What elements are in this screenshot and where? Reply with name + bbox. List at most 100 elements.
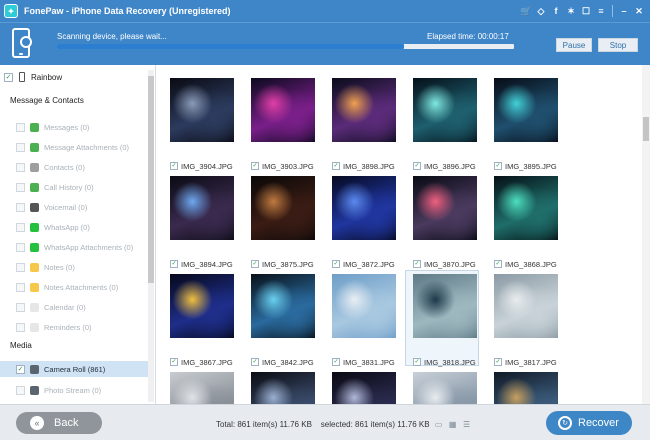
photo-thumbnail[interactable] [251, 78, 315, 142]
photo-checkbox[interactable]: ✓ [251, 260, 259, 268]
photo-thumbnail[interactable] [332, 78, 396, 142]
category-checkbox[interactable]: ✓ [16, 364, 25, 374]
photo-thumbnail[interactable] [494, 176, 558, 240]
category-checkbox[interactable] [16, 142, 25, 152]
media-row[interactable]: Photo Stream (0) [16, 384, 146, 396]
sidebar: ✓ Rainbow Message & Contacts Messages (0… [0, 65, 156, 404]
category-row[interactable]: Messages (0) [16, 121, 146, 133]
back-button[interactable]: « Back [16, 412, 102, 434]
media-row[interactable]: ✓ Camera Roll (861) [0, 361, 148, 377]
photo-checkbox[interactable]: ✓ [494, 358, 502, 366]
facebook-icon[interactable]: f [549, 4, 563, 18]
category-checkbox[interactable] [16, 242, 25, 252]
section-media: Media [10, 341, 32, 350]
photo-checkbox[interactable]: ✓ [494, 260, 502, 268]
category-label: WhatsApp Attachments (0) [44, 242, 134, 252]
select-all-icon[interactable]: ▭ [434, 420, 444, 429]
category-row[interactable]: Notes Attachments (0) [16, 281, 146, 293]
category-row[interactable]: WhatsApp (0) [16, 221, 146, 233]
photo-checkbox[interactable]: ✓ [413, 162, 421, 170]
photo-thumbnail[interactable] [332, 274, 396, 338]
contacts-icon [30, 162, 39, 172]
sidebar-scroll-thumb[interactable] [148, 76, 154, 283]
photo-thumbnail[interactable] [170, 372, 234, 404]
category-row[interactable]: Call History (0) [16, 181, 146, 193]
photo-checkbox[interactable]: ✓ [413, 260, 421, 268]
cart-icon[interactable]: 🛒 [519, 4, 533, 18]
photo-filename: IMG_3894.JPG [181, 259, 233, 269]
voicemail-icon [30, 202, 39, 212]
photo-thumbnail[interactable] [494, 372, 558, 404]
minimize-icon[interactable]: – [617, 4, 631, 18]
photo-thumbnail[interactable] [413, 176, 477, 240]
device-checkbox[interactable]: ✓ [4, 72, 13, 82]
category-row[interactable]: Reminders (0) [16, 321, 146, 333]
category-checkbox[interactable] [16, 202, 25, 212]
photo-label: ✓ IMG_3867.JPG [170, 356, 233, 368]
photo-label: ✓ IMG_3872.JPG [332, 258, 395, 270]
photo-thumbnail[interactable] [332, 372, 396, 404]
twitter-icon[interactable]: ✶ [564, 4, 578, 18]
category-row[interactable]: Message Attachments (0) [16, 141, 146, 153]
photo-checkbox[interactable]: ✓ [494, 162, 502, 170]
photo-thumbnail[interactable] [170, 176, 234, 240]
photo-filename: IMG_3817.JPG [505, 357, 557, 367]
photo-checkbox[interactable]: ✓ [170, 260, 178, 268]
device-row[interactable]: ✓ Rainbow [0, 70, 148, 84]
photo-thumbnail[interactable] [251, 372, 315, 404]
sidebar-scrollbar[interactable] [148, 70, 154, 402]
photo-checkbox[interactable]: ✓ [170, 358, 178, 366]
category-checkbox[interactable] [16, 302, 25, 312]
category-checkbox[interactable] [16, 322, 25, 332]
photo-thumbnail[interactable] [494, 78, 558, 142]
grid-view-icon[interactable]: ▦ [448, 420, 458, 429]
diamond-icon[interactable]: ◇ [534, 4, 548, 18]
category-checkbox[interactable] [16, 122, 25, 132]
category-checkbox[interactable] [16, 222, 25, 232]
menu-icon[interactable]: ≡ [594, 4, 608, 18]
category-row[interactable]: Notes (0) [16, 261, 146, 273]
photo-filename: IMG_3895.JPG [505, 161, 557, 171]
category-label: Reminders (0) [44, 322, 92, 332]
category-checkbox[interactable] [16, 182, 25, 192]
photo-thumbnail[interactable] [413, 78, 477, 142]
pause-button[interactable]: Pause [556, 38, 592, 52]
category-checkbox[interactable] [16, 162, 25, 172]
photo-label: ✓ IMG_3831.JPG [332, 356, 395, 368]
category-checkbox[interactable] [16, 262, 25, 272]
photo-checkbox[interactable]: ✓ [332, 358, 340, 366]
scan-header: Scanning device, please wait... Elapsed … [0, 22, 650, 65]
photo-checkbox[interactable]: ✓ [332, 260, 340, 268]
category-label: WhatsApp (0) [44, 222, 90, 232]
photo-checkbox[interactable]: ✓ [251, 162, 259, 170]
main-scrollbar[interactable] [642, 65, 650, 404]
photo-thumbnail[interactable] [413, 274, 477, 338]
app-logo-icon: ✦ [4, 4, 18, 18]
photo-checkbox[interactable]: ✓ [251, 358, 259, 366]
chat-icon[interactable]: ☐ [579, 4, 593, 18]
photo-thumbnail[interactable] [494, 274, 558, 338]
photo-thumbnail[interactable] [251, 176, 315, 240]
category-checkbox[interactable] [16, 282, 25, 292]
main-scroll-thumb[interactable] [643, 117, 649, 141]
photo-thumbnail[interactable] [332, 176, 396, 240]
photo-checkbox[interactable]: ✓ [413, 358, 421, 366]
photo-checkbox[interactable]: ✓ [170, 162, 178, 170]
photo-thumbnail[interactable] [251, 274, 315, 338]
close-icon[interactable]: ✕ [632, 4, 646, 18]
category-row[interactable]: Calendar (0) [16, 301, 146, 313]
photo-thumbnail[interactable] [413, 372, 477, 404]
photo-checkbox[interactable]: ✓ [332, 162, 340, 170]
photo-thumbnail[interactable] [170, 274, 234, 338]
recover-button[interactable]: ↻ Recover [546, 411, 632, 435]
category-row[interactable]: Contacts (0) [16, 161, 146, 173]
photo-thumbnail[interactable] [170, 78, 234, 142]
category-row[interactable]: WhatsApp Attachments (0) [16, 241, 146, 253]
category-row[interactable]: Voicemail (0) [16, 201, 146, 213]
list-view-icon[interactable]: ☰ [462, 420, 472, 429]
stop-button[interactable]: Stop [598, 38, 638, 52]
category-label: Message Attachments (0) [44, 142, 130, 152]
photo-label: ✓ IMG_3875.JPG [251, 258, 314, 270]
scan-progress-fill [57, 44, 405, 49]
category-checkbox[interactable] [16, 385, 25, 395]
